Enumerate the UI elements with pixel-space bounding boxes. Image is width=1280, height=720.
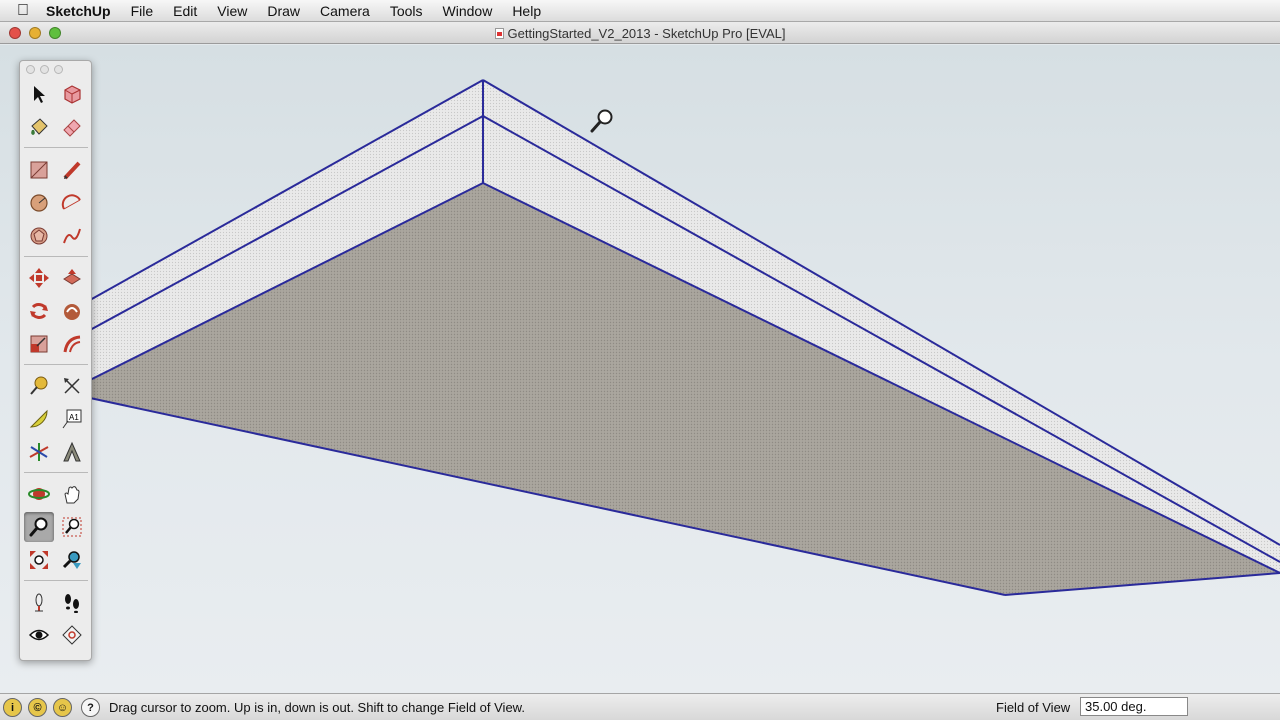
protractor-icon: [29, 409, 48, 428]
magnifier-icon: [29, 517, 48, 537]
palette-minimize-button[interactable]: [40, 65, 49, 74]
document-icon: [494, 28, 504, 39]
drawing-viewport[interactable]: [0, 45, 1280, 693]
follow-me-tool[interactable]: [57, 296, 87, 326]
zoom-extents-icon: [30, 551, 48, 569]
previous-view-tool[interactable]: [57, 545, 87, 575]
walk-tool[interactable]: [57, 587, 87, 617]
rotate-icon: [30, 303, 48, 319]
zoom-tool[interactable]: [24, 512, 54, 542]
move-tool[interactable]: [24, 263, 54, 293]
palette-separator: [24, 364, 88, 365]
select-arrow-icon: [34, 86, 45, 103]
component-box-icon: [64, 85, 81, 104]
rectangle-tool[interactable]: [24, 155, 54, 185]
menu-view[interactable]: View: [217, 3, 247, 19]
position-camera-tool[interactable]: [24, 587, 54, 617]
section-plane-icon: [62, 625, 82, 645]
follow-me-icon: [64, 304, 80, 320]
palette-separator: [24, 472, 88, 473]
window-title-bar: GettingStarted_V2_2013 - SketchUp Pro [E…: [0, 22, 1280, 44]
menu-edit[interactable]: Edit: [173, 3, 197, 19]
axes-icon: [29, 443, 49, 461]
orbit-icon: [28, 488, 50, 500]
freehand-icon: [63, 228, 81, 244]
menu-camera[interactable]: Camera: [320, 3, 370, 19]
geo-location-icon[interactable]: i: [3, 698, 22, 717]
circle-icon: [30, 194, 48, 212]
push-pull-tool[interactable]: [57, 263, 87, 293]
tool-palette: A1: [19, 60, 92, 661]
arc-icon: [61, 194, 81, 210]
look-around-tool[interactable]: [24, 620, 54, 650]
offset-tool[interactable]: [57, 329, 87, 359]
palette-zoom-button[interactable]: [54, 65, 63, 74]
eye-icon: [28, 629, 50, 641]
polygon-tool[interactable]: [24, 221, 54, 251]
previous-view-icon: [62, 551, 81, 569]
scale-icon: [30, 335, 48, 353]
palette-close-button[interactable]: [26, 65, 35, 74]
zoom-cursor-icon: [590, 109, 613, 133]
rectangle-icon: [30, 161, 48, 179]
select-tool[interactable]: [24, 79, 54, 109]
3d-text-icon: [63, 441, 81, 462]
menu-app-name[interactable]: SketchUp: [46, 3, 111, 19]
menu-help[interactable]: Help: [512, 3, 541, 19]
text-tool[interactable]: A1: [57, 404, 87, 434]
pencil-icon: [63, 161, 81, 180]
hand-icon: [64, 486, 80, 504]
freehand-tool[interactable]: [57, 221, 87, 251]
arc-tool[interactable]: [57, 188, 87, 218]
polygon-icon: [30, 227, 48, 245]
status-message: Drag cursor to zoom. Up is in, down is o…: [109, 700, 525, 715]
paint-bucket-tool[interactable]: [24, 112, 54, 142]
menu-window[interactable]: Window: [443, 3, 493, 19]
text-label-icon: A1: [62, 409, 82, 429]
protractor-tool[interactable]: [24, 404, 54, 434]
user-icon[interactable]: ☺: [53, 698, 72, 717]
help-icon[interactable]: ?: [81, 698, 100, 717]
rotate-tool[interactable]: [24, 296, 54, 326]
tape-measure-icon: [30, 376, 48, 395]
menu-file[interactable]: File: [131, 3, 154, 19]
3d-text-tool[interactable]: [57, 437, 87, 467]
move-arrows-icon: [29, 268, 49, 288]
field-of-view-input[interactable]: [1080, 697, 1188, 716]
apple-menu-icon[interactable]: : [0, 2, 46, 20]
zoom-extents-tool[interactable]: [24, 545, 54, 575]
scale-tool[interactable]: [24, 329, 54, 359]
section-plane-tool[interactable]: [57, 620, 87, 650]
menu-bar:  SketchUp File Edit View Draw Camera To…: [0, 0, 1280, 22]
palette-separator: [24, 580, 88, 581]
palette-separator: [24, 256, 88, 257]
orbit-tool[interactable]: [24, 479, 54, 509]
eraser-icon: [63, 119, 81, 137]
status-bar: i © ☺ ? Drag cursor to zoom. Up is in, d…: [0, 693, 1280, 720]
dimension-tool[interactable]: [57, 371, 87, 401]
menu-tools[interactable]: Tools: [390, 3, 423, 19]
axes-tool[interactable]: [24, 437, 54, 467]
push-pull-icon: [63, 269, 81, 285]
position-camera-icon: [35, 593, 43, 612]
offset-icon: [63, 335, 81, 353]
zoom-window-tool[interactable]: [57, 512, 87, 542]
window-title: GettingStarted_V2_2013 - SketchUp Pro [E…: [0, 26, 1280, 41]
eraser-tool[interactable]: [57, 112, 87, 142]
dimension-icon: [64, 378, 80, 394]
circle-tool[interactable]: [24, 188, 54, 218]
credits-icon[interactable]: ©: [28, 698, 47, 717]
field-of-view-label: Field of View: [996, 700, 1071, 715]
make-component-tool[interactable]: [57, 79, 87, 109]
pan-tool[interactable]: [57, 479, 87, 509]
svg-text:A1: A1: [69, 413, 79, 422]
footprints-icon: [65, 594, 79, 613]
paint-bucket-icon: [31, 118, 48, 135]
line-tool[interactable]: [57, 155, 87, 185]
zoom-window-icon: [62, 517, 82, 537]
menu-draw[interactable]: Draw: [267, 3, 300, 19]
palette-separator: [24, 147, 88, 148]
tape-measure-tool[interactable]: [24, 371, 54, 401]
